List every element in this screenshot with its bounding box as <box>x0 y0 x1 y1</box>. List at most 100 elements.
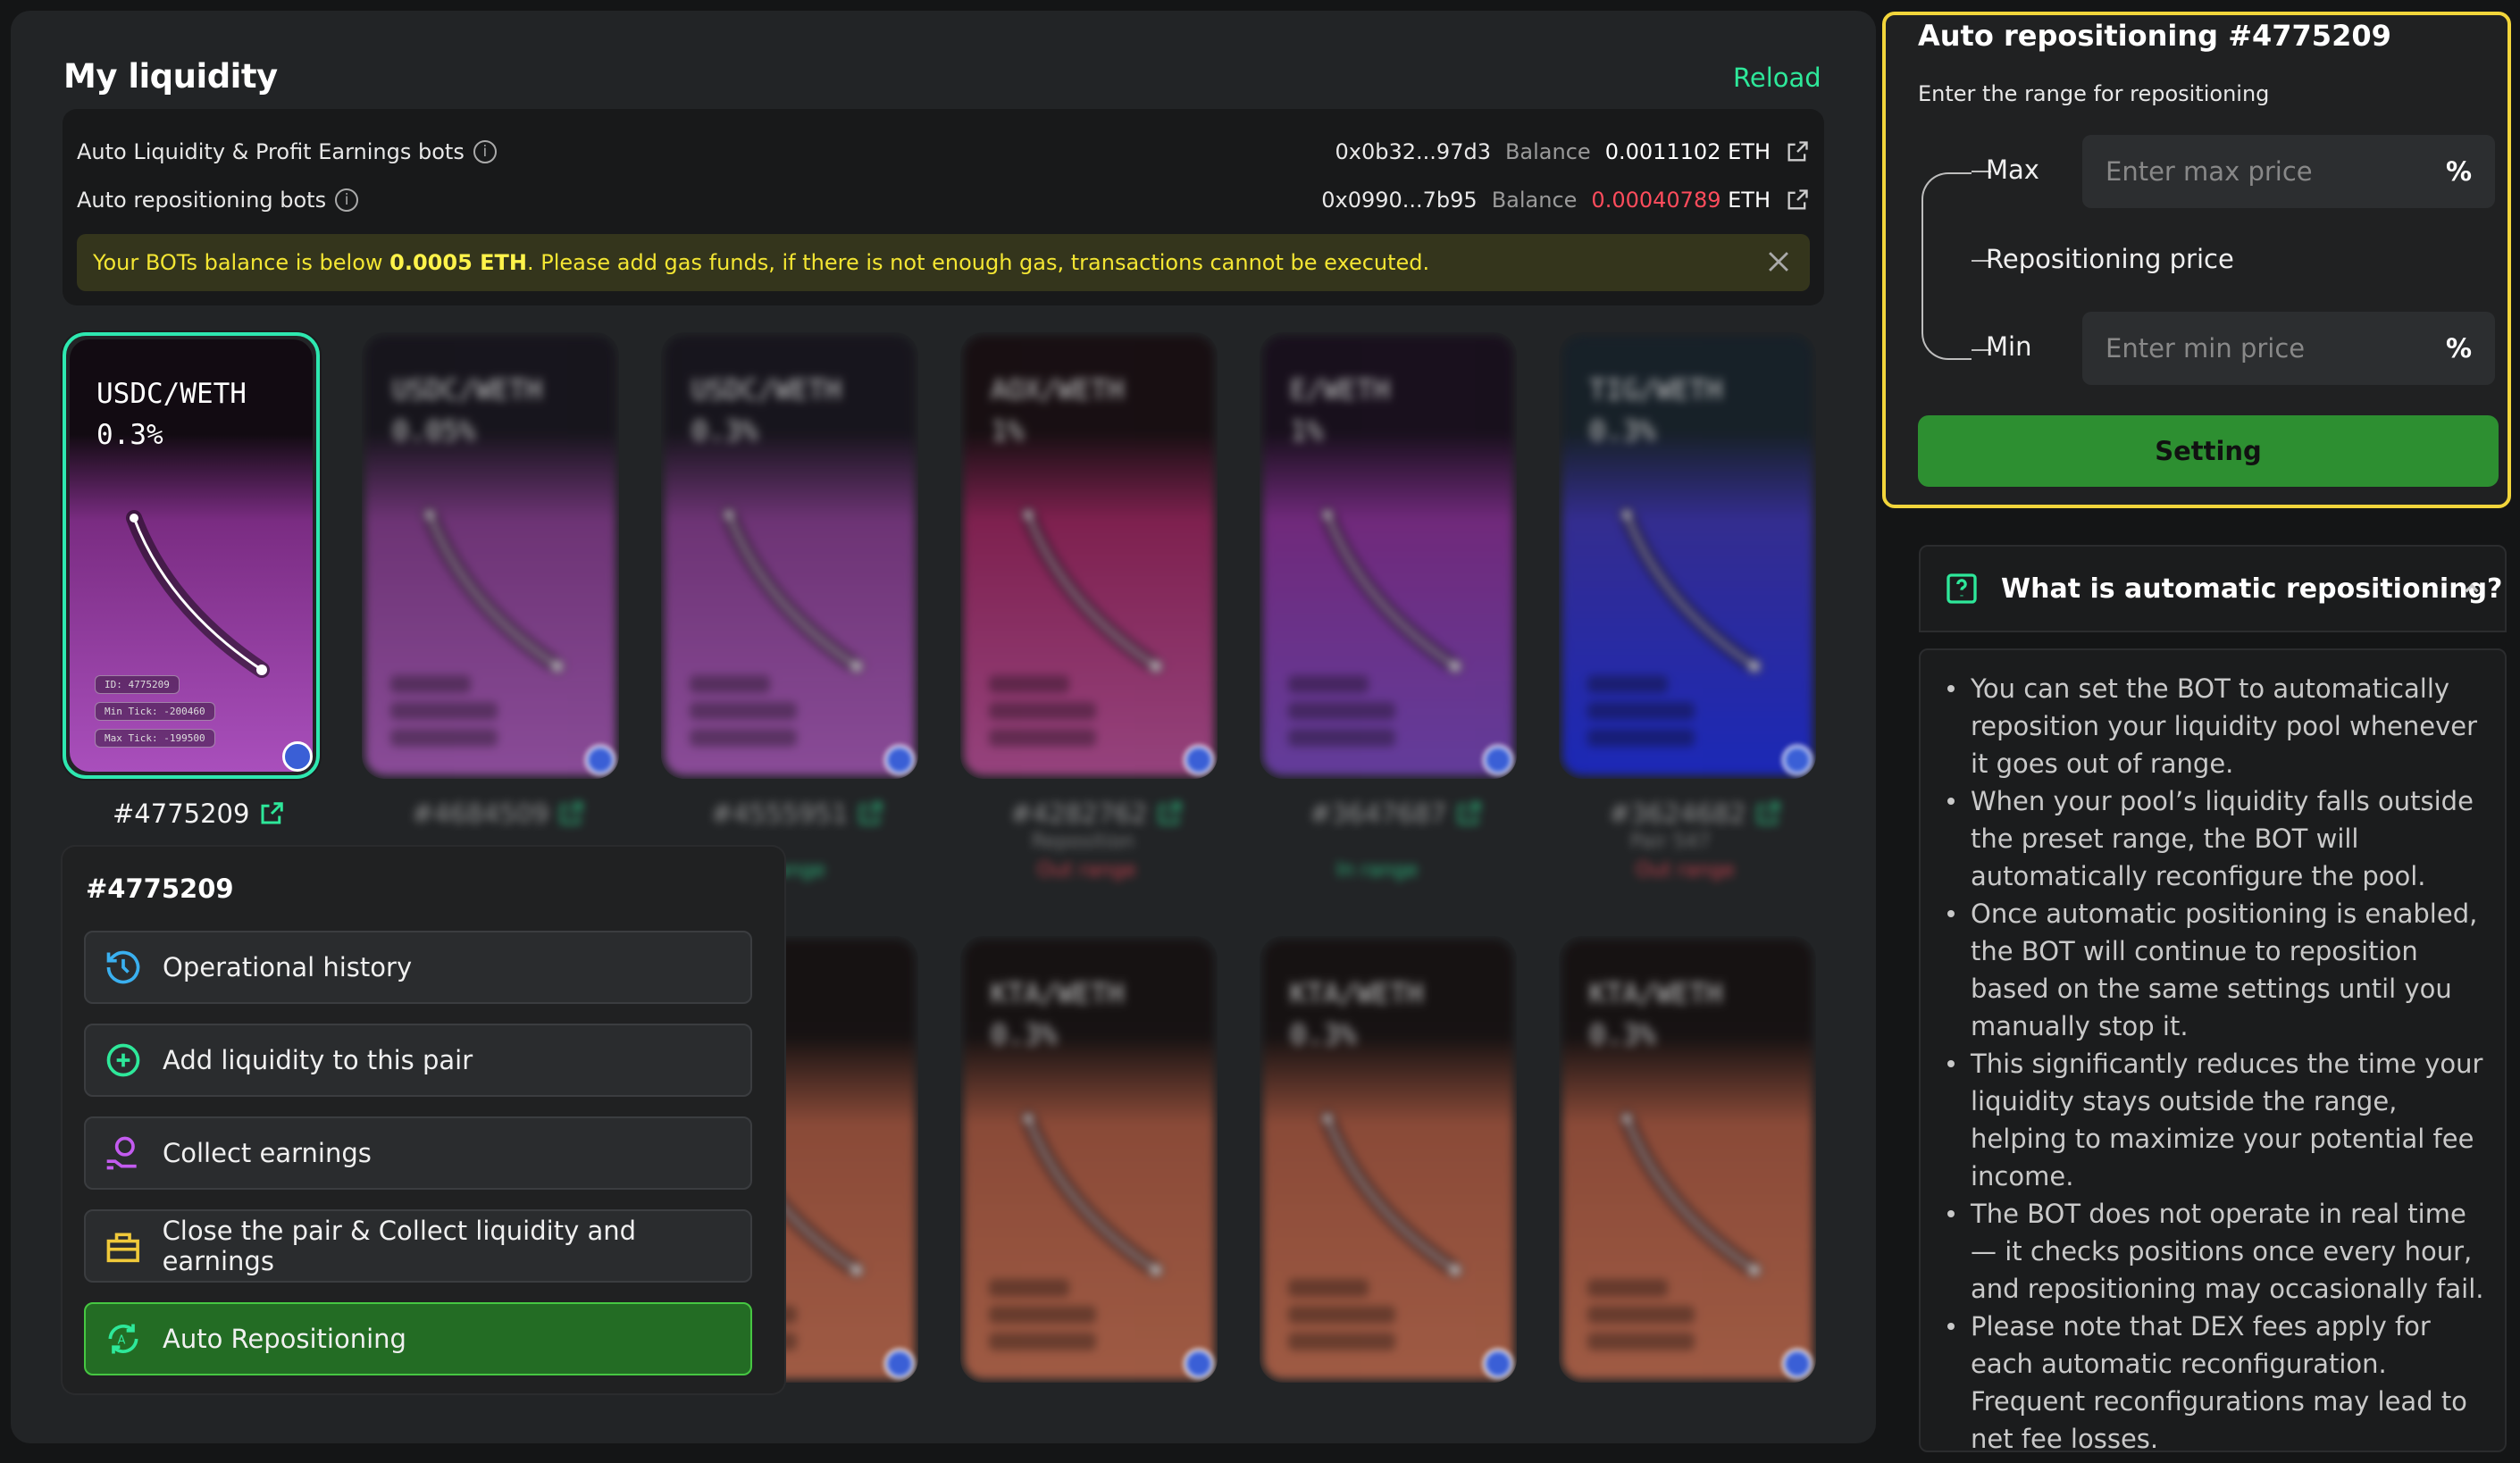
card-detail-chip <box>989 702 1096 720</box>
card-detail-chip <box>1587 675 1668 693</box>
chain-badge-icon <box>1184 745 1214 775</box>
range-bracket <box>1921 172 1972 360</box>
card-pair-title: TIG/WETH 0.3% <box>1589 370 1722 452</box>
pair-name: USDC/WETH <box>691 374 841 406</box>
faq-list: You can set the BOT to automatically rep… <box>1946 670 2487 1450</box>
menu-item-operational-history[interactable]: Operational history <box>84 931 752 1004</box>
bot-row-repositioning: Auto repositioning bots i 0x0990...7b95 B… <box>77 182 1810 218</box>
fee-tier: 1% <box>1290 415 1324 447</box>
card-detail-chip <box>1288 675 1369 693</box>
bot-row-liquidity: Auto Liquidity & Profit Earnings bots i 0… <box>77 134 1810 170</box>
auto-repositioning-panel: Auto repositioning #4775209 Enter the ra… <box>1882 12 2511 508</box>
setting-button[interactable]: Setting <box>1918 415 2499 487</box>
position-card[interactable]: KTA/WETH 0.3% <box>960 936 1218 1383</box>
card-pair-title: KTA/WETH 0.3% <box>991 974 1124 1056</box>
position-card[interactable]: KTA/WETH 0.3% <box>1559 936 1816 1383</box>
card-detail-chip <box>390 675 471 693</box>
menu-item-collect-earnings[interactable]: Collect earnings <box>84 1116 752 1190</box>
add-liquidity-icon <box>106 1043 140 1077</box>
card-detail-chip <box>989 1279 1069 1297</box>
position-card[interactable]: TIG/WETH 0.3% <box>1559 332 1816 779</box>
fee-tier: 0.05% <box>392 415 476 447</box>
max-price-input[interactable]: Enter max price% <box>2082 135 2495 208</box>
card-art: KTA/WETH 0.3% <box>964 940 1214 1379</box>
warning-amount: 0.0005 ETH <box>389 250 527 275</box>
card-detail-min: Min Tick: -200460 <box>95 702 215 721</box>
bot-label: Auto Liquidity & Profit Earnings bots <box>77 139 465 164</box>
info-icon[interactable]: i <box>473 140 497 163</box>
position-id-link[interactable]: #4684509 <box>412 798 584 829</box>
card-detail-chip <box>690 729 797 747</box>
card-detail-chip <box>1288 1306 1395 1324</box>
menu-item-add-liquidity[interactable]: Add liquidity to this pair <box>84 1024 752 1097</box>
position-id-link[interactable]: #3647687 <box>1310 798 1482 829</box>
external-link-icon[interactable] <box>1785 139 1810 164</box>
balance-unit: ETH <box>1728 188 1771 213</box>
collect-earnings-icon <box>106 1136 137 1170</box>
position-card[interactable]: USDC/WETH 0.05% <box>362 332 619 779</box>
position-card[interactable]: KTA/WETH 0.3% <box>1260 936 1517 1383</box>
max-label: Max <box>1986 155 2039 185</box>
card-pair-title: KTA/WETH 0.3% <box>1589 974 1722 1056</box>
card-art: USDC/WETH 0.3% <box>665 336 915 775</box>
position-id-link[interactable]: #4555951 <box>711 798 883 829</box>
pair-name: USDC/WETH <box>392 374 542 406</box>
card-art: TIG/WETH 0.3% <box>1562 336 1813 775</box>
card-art: KTA/WETH 0.3% <box>1562 940 1813 1379</box>
menu-item-auto-repositioning[interactable]: A Auto Repositioning <box>84 1302 752 1375</box>
fee-tier: 0.3% <box>991 1019 1058 1051</box>
position-id-link[interactable]: #3624682 <box>1609 798 1781 829</box>
card-detail-chip <box>1587 1279 1668 1297</box>
external-link-icon <box>1458 802 1481 824</box>
fee-tier: 0.3% <box>691 415 758 447</box>
position-card[interactable]: USDC/WETH 0.3% ID: 4775209 Min Tick: -20046… <box>63 332 320 779</box>
min-price-input[interactable]: Enter min price% <box>2082 312 2495 385</box>
external-link-icon <box>560 802 583 824</box>
low-balance-warning: Your BOTs balance is below 0.0005 ETH. P… <box>77 234 1810 291</box>
position-card[interactable]: AOX/WETH 1% <box>960 332 1218 779</box>
chain-badge-icon <box>585 745 615 775</box>
position-card[interactable]: E/WETH 1% <box>1260 332 1517 779</box>
question-icon <box>1947 573 1977 604</box>
reload-button[interactable]: Reload <box>1733 63 1821 93</box>
info-icon[interactable]: i <box>335 188 359 212</box>
card-art: AOX/WETH 1% <box>964 336 1214 775</box>
card-detail-chip <box>989 729 1096 747</box>
faq-item: Please note that DEX fees apply for each… <box>1946 1308 2487 1450</box>
card-pair-title: AOX/WETH 1% <box>991 370 1124 452</box>
external-link-icon <box>859 802 883 824</box>
faq-answer: You can set the BOT to automatically rep… <box>1919 648 2507 1452</box>
svg-text:A: A <box>118 1334 126 1348</box>
external-link-icon[interactable] <box>1785 188 1810 213</box>
page-title: My liquidity <box>63 57 278 96</box>
bot-label: Auto repositioning bots <box>77 188 327 213</box>
position-action-menu: #4775209 Operational history Add liquidi… <box>63 847 784 1393</box>
range-status: Out range <box>1636 859 1735 882</box>
position-card[interactable]: USDC/WETH 0.3% <box>661 332 918 779</box>
menu-item-close-pair[interactable]: Close the pair & Collect liquidity and e… <box>84 1209 752 1283</box>
faq-item: This significantly reduces the time your… <box>1946 1045 2487 1195</box>
card-art: E/WETH 1% <box>1263 336 1513 775</box>
card-art: USDC/WETH 0.05% <box>365 336 615 775</box>
fee-tier: 0.3% <box>1589 415 1656 447</box>
balance-label: Balance <box>1504 139 1591 164</box>
card-detail-chip <box>989 1306 1096 1324</box>
card-detail-chip <box>1288 729 1395 747</box>
repositioning-subtitle: Enter the range for repositioning <box>1918 81 2270 106</box>
pair-name: TIG/WETH <box>1589 374 1723 406</box>
faq-item: When your pool’s liquidity falls outside… <box>1946 782 2487 895</box>
card-pair-title: USDC/WETH 0.05% <box>392 370 542 452</box>
card-detail-chip <box>1587 1333 1695 1350</box>
chain-badge-icon <box>282 741 313 772</box>
card-detail-chip <box>1587 729 1695 747</box>
card-detail-chip <box>390 702 498 720</box>
pair-name: KTA/WETH <box>1589 978 1723 1010</box>
card-detail-chip <box>989 675 1069 693</box>
close-icon[interactable] <box>1763 247 1794 277</box>
close-pair-icon <box>106 1233 139 1263</box>
faq-toggle[interactable]: What is automatic repositioning? <box>1919 545 2507 632</box>
card-detail-chip <box>1288 702 1395 720</box>
card-detail-chip <box>989 1333 1096 1350</box>
position-id-link[interactable]: #4775209 <box>113 798 285 829</box>
position-id-link[interactable]: #4282762 <box>1010 798 1183 829</box>
